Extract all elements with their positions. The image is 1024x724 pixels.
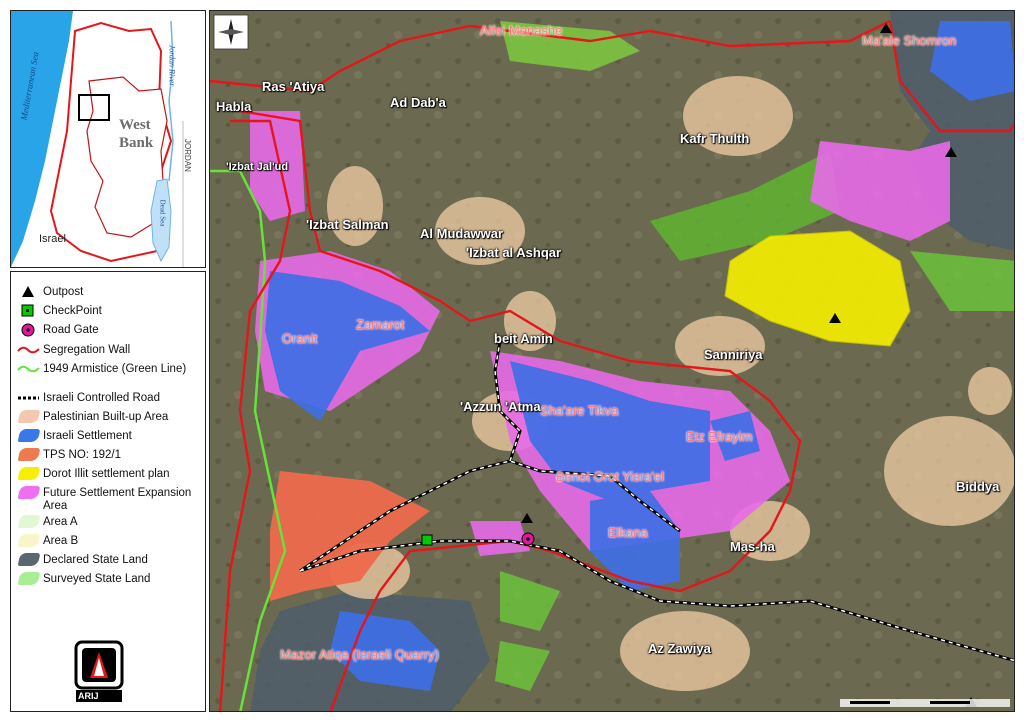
- map-place-label: Oranit: [282, 331, 318, 346]
- map-place-label: Ad Dab'a: [390, 95, 446, 110]
- map-legend: Outpost CheckPoint Road Gate Segregation Wa…: [10, 271, 206, 712]
- dead-sea-label: Dead Sea: [158, 199, 167, 227]
- legend-swatch: [17, 514, 43, 530]
- legend-item: Israeli Settlement: [17, 428, 203, 446]
- map-place-label: Alfei Menashe: [480, 23, 563, 38]
- map-place-label: Habla: [216, 99, 252, 114]
- legend-item: Future Settlement Expansion Area: [17, 485, 203, 512]
- wall-line-icon: [17, 342, 43, 358]
- legend-item-label: Area A: [43, 516, 78, 528]
- map-place-label: Biddya: [956, 479, 1000, 494]
- legend-item: Area A: [17, 514, 203, 532]
- map-place-label: Benot Orot Yisra'el: [556, 469, 664, 484]
- legend-item: Segregation Wall: [17, 342, 203, 360]
- legend-item-label: TPS NO: 192/1: [43, 449, 121, 461]
- map-place-label: Ras 'Atiya: [262, 79, 325, 94]
- map-place-label: Zamarot: [356, 317, 405, 332]
- legend-item-label: 1949 Armistice (Green Line): [43, 363, 187, 375]
- jordan-river-label: Jordan River: [167, 44, 177, 87]
- map-place-label: Ma'ale Shomron: [862, 33, 957, 48]
- map-place-label: 'Izbat al Ashqar: [466, 245, 562, 260]
- legend-item: CheckPoint: [17, 303, 203, 321]
- legend-item: Declared State Land: [17, 552, 203, 570]
- legend-item: Area B: [17, 533, 203, 551]
- legend-swatch: [17, 409, 43, 425]
- legend-swatch: [17, 466, 43, 482]
- legend-swatch: [17, 447, 43, 463]
- israel-label: Israel: [39, 233, 66, 245]
- legend-item: 1949 Armistice (Green Line): [17, 361, 203, 379]
- checkpoint-marker: [421, 534, 433, 546]
- west-bank-label-line1: West: [119, 117, 151, 133]
- legend-item-label: Palestinian Built-up Area: [43, 411, 169, 423]
- road-line-icon: [17, 390, 43, 406]
- map-place-label: 'Azzun 'Atma: [460, 399, 541, 414]
- map-place-label: Etz Efrayim: [686, 429, 753, 444]
- legend-item-label: Israeli Controlled Road: [43, 392, 160, 404]
- legend-item: TPS NO: 192/1: [17, 447, 203, 465]
- legend-item: Dorot Illit settlement plan: [17, 466, 203, 484]
- arij-logo: ARIJ: [74, 638, 124, 704]
- triangle-icon: [17, 284, 43, 300]
- map-place-label: Az Zawiya: [648, 641, 711, 656]
- legend-swatch: [17, 428, 43, 444]
- map-place-label: Kafr Thulth: [680, 131, 750, 146]
- legend-item: Surveyed State Land: [17, 571, 203, 589]
- legend-swatch: [17, 533, 43, 549]
- road-gate-icon: [17, 322, 43, 338]
- legend-item-label: Outpost: [43, 286, 84, 298]
- west-bank-label-line2: Bank: [119, 135, 154, 151]
- green-line-icon: [17, 361, 43, 377]
- legend-swatch: [17, 552, 43, 568]
- legend-item: Israeli Controlled Road: [17, 390, 203, 408]
- legend-item-label: Dorot Illit settlement plan: [43, 468, 170, 480]
- north-arrow: [213, 14, 249, 50]
- legend-item-label: Future Settlement Expansion Area: [43, 487, 192, 512]
- map-place-label: Al Mudawwar: [420, 226, 504, 241]
- scale-bar: [840, 699, 1010, 707]
- legend-swatch: [17, 571, 43, 587]
- legend-item-label: Surveyed State Land: [43, 573, 151, 585]
- legend-item: Road Gate: [17, 322, 203, 340]
- legend-item: Outpost: [17, 284, 203, 302]
- map-place-label: 'Izbat Jal'ud: [226, 161, 289, 173]
- arij-logo-text: ARIJ: [78, 691, 99, 701]
- map-place-label: Elkana: [608, 525, 648, 540]
- main-map: Alfei Menashe Ma'ale Shomron Ras 'Atiya Hab…: [209, 10, 1015, 712]
- checkpoint-icon: [17, 303, 43, 319]
- legend-swatch: [17, 485, 43, 501]
- jordan-label: JORDAN: [182, 139, 192, 172]
- legend-item-label: Segregation Wall: [43, 344, 131, 356]
- legend-item-label: Road Gate: [43, 324, 99, 336]
- map-place-label: Sha'are Tikva: [540, 403, 619, 418]
- map-place-label: Mas-ha: [730, 539, 775, 554]
- map-place-label: 'Izbat Salman: [306, 217, 389, 232]
- legend-item-label: Israeli Settlement: [43, 430, 132, 442]
- legend-item: Palestinian Built-up Area: [17, 409, 203, 427]
- map-place-label: Sanniriya: [704, 347, 763, 362]
- map-place-label: Mazor Atiqa (Israeli Quarry): [280, 647, 439, 662]
- inset-map: Mediterranean Sea Jordan River Dead Sea …: [10, 10, 206, 268]
- legend-item-label: CheckPoint: [43, 305, 102, 317]
- legend-item-label: Area B: [43, 535, 79, 547]
- map-place-label: beit Amin: [494, 331, 553, 346]
- map-canvas: [210, 11, 1014, 711]
- legend-item-label: Declared State Land: [43, 554, 148, 566]
